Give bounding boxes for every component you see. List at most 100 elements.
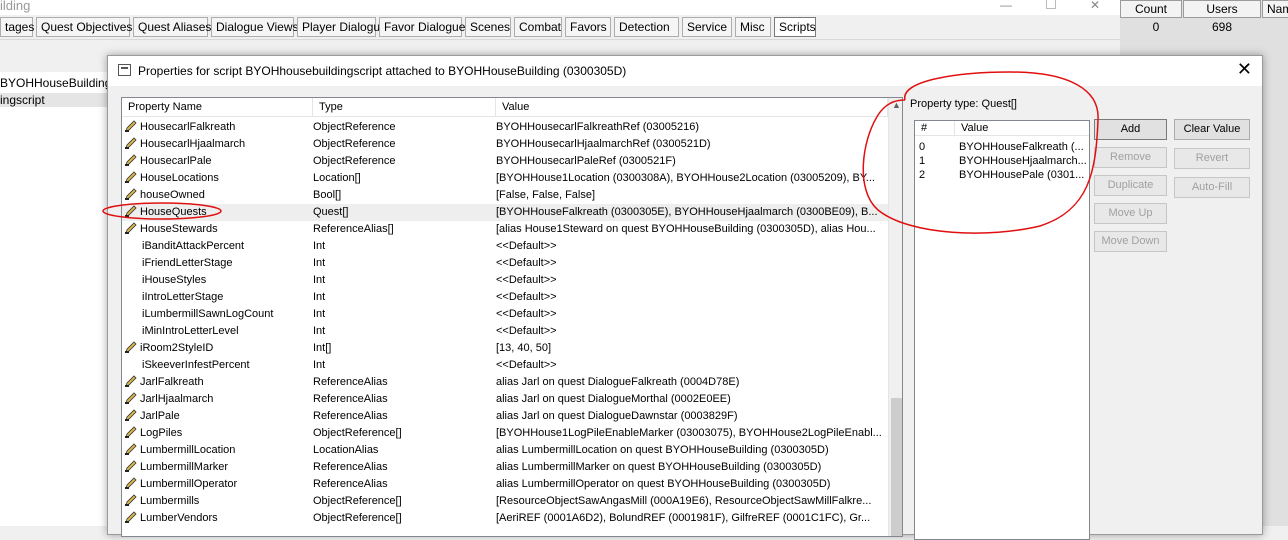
background-window-title: ilding xyxy=(0,0,1120,15)
property-value: BYOHHousecarlPaleRef (0300521F) xyxy=(496,155,676,167)
property-row[interactable]: HousecarlFalkreath ObjectReference BYOHHou… xyxy=(122,119,888,136)
pencil-icon xyxy=(124,476,138,490)
property-type: Int xyxy=(313,308,326,320)
grid-header-count[interactable]: Count xyxy=(1120,0,1182,18)
blank-icon xyxy=(124,255,140,269)
property-row[interactable]: LumbermillLocation LocationAlias alias Lum… xyxy=(122,442,888,459)
property-value: <<Default>> xyxy=(496,325,557,337)
remove-button[interactable]: Remove xyxy=(1094,147,1167,168)
maximize-icon[interactable] xyxy=(1046,0,1056,9)
add-button[interactable]: Add xyxy=(1094,119,1167,140)
property-row[interactable]: iFriendLetterStage Int <<Default>> xyxy=(122,255,888,272)
property-row[interactable]: HousecarlHjaalmarch ObjectReference BYOHHo… xyxy=(122,136,888,153)
property-row[interactable]: iRoom2StyleID Int[] [13, 40, 50] xyxy=(122,340,888,357)
grid-header-users[interactable]: Users xyxy=(1183,0,1261,18)
property-row[interactable]: iLumbermillSawnLogCount Int <<Default>> xyxy=(122,306,888,323)
close-icon[interactable]: ✕ xyxy=(1237,60,1252,78)
scroll-up-icon[interactable]: ▲ xyxy=(892,100,901,110)
tab-dialogue-views[interactable]: Dialogue Views xyxy=(211,17,299,37)
tab-favor-dialogue[interactable]: Favor Dialogue xyxy=(379,17,465,37)
property-row[interactable]: JarlPale ReferenceAlias alias Jarl on ques… xyxy=(122,408,888,425)
property-name: LumbermillLocation xyxy=(140,444,236,456)
tab-tages[interactable]: tages xyxy=(0,17,34,37)
clear-value-button[interactable]: Clear Value xyxy=(1174,119,1250,140)
move-up-button[interactable]: Move Up xyxy=(1094,203,1167,224)
property-row[interactable]: LumberVendors ObjectReference[] [AeriREF (… xyxy=(122,510,888,527)
property-row[interactable]: LogPiles ObjectReference[] [BYOHHouse1LogP… xyxy=(122,425,888,442)
property-row[interactable]: HouseLocations Location[] [BYOHHouse1Locat… xyxy=(122,170,888,187)
pencil-icon xyxy=(124,221,138,235)
minimize-icon[interactable]: — xyxy=(1000,0,1012,12)
revert-button[interactable]: Revert xyxy=(1174,148,1250,169)
property-type: Location[] xyxy=(313,172,361,184)
tab-combat[interactable]: Combat xyxy=(514,17,562,37)
property-name-cell: iIntroLetterStage xyxy=(124,289,309,306)
property-row[interactable]: Lumbermills ObjectReference[] [ResourceObj… xyxy=(122,493,888,510)
property-row[interactable]: iSkeeverInfestPercent Int <<Default>> xyxy=(122,357,888,374)
item-index: 1 xyxy=(919,155,926,167)
property-row[interactable]: JarlHjaalmarch ReferenceAlias alias Jarl o… xyxy=(122,391,888,408)
list-item[interactable]: 0 BYOHHouseFalkreath (... xyxy=(915,140,1089,154)
property-value: <<Default>> xyxy=(496,257,557,269)
property-row[interactable]: HouseQuests Quest[] [BYOHHouseFalkreath (0… xyxy=(122,204,888,221)
tab-scenes[interactable]: Scenes xyxy=(465,17,511,37)
property-row[interactable]: iMinIntroLetterLevel Int <<Default>> xyxy=(122,323,888,340)
item-index: 2 xyxy=(919,169,926,181)
grid-cell-users[interactable]: 698 xyxy=(1183,19,1261,36)
property-type-label: Property type: Quest[] xyxy=(910,98,1017,110)
property-name-cell: iRoom2StyleID xyxy=(124,340,309,357)
property-row[interactable]: LumbermillOperator ReferenceAlias alias Lu… xyxy=(122,476,888,493)
property-row[interactable]: iBanditAttackPercent Int <<Default>> xyxy=(122,238,888,255)
tab-detection[interactable]: Detection xyxy=(614,17,679,37)
property-list-scrollbar[interactable]: ▲ xyxy=(888,98,902,536)
property-value: alias Jarl on quest DialogueMorthal (000… xyxy=(496,393,731,405)
column-header-value[interactable]: Value xyxy=(955,121,1089,136)
auto-fill-button[interactable]: Auto-Fill xyxy=(1174,177,1250,198)
pencil-icon xyxy=(124,119,138,133)
background-window-controls: — ✕ xyxy=(990,0,1120,15)
property-row[interactable]: houseOwned Bool[] [False, False, False] xyxy=(122,187,888,204)
property-value: alias LumbermillOperator on quest BYOHHo… xyxy=(496,478,831,490)
pencil-icon xyxy=(124,408,138,422)
move-down-button[interactable]: Move Down xyxy=(1094,231,1167,252)
list-item[interactable]: 2 BYOHHousePale (0301... xyxy=(915,168,1089,182)
property-name: LogPiles xyxy=(140,427,183,439)
tab-quest-objectives[interactable]: Quest Objectives xyxy=(36,17,132,37)
tab-favors[interactable]: Favors xyxy=(565,17,611,37)
column-header-property-name[interactable]: Property Name xyxy=(122,98,313,117)
list-item[interactable]: ingscript xyxy=(0,93,108,107)
column-header-type[interactable]: Type xyxy=(313,98,496,117)
property-type: Int xyxy=(313,240,326,252)
property-row[interactable]: iHouseStyles Int <<Default>> xyxy=(122,272,888,289)
property-value: [False, False, False] xyxy=(496,189,596,201)
property-type: ReferenceAlias xyxy=(313,461,388,473)
property-row[interactable]: LumbermillMarker ReferenceAlias alias Lumb… xyxy=(122,459,888,476)
property-name-cell: JarlFalkreath xyxy=(124,374,309,391)
column-header-value[interactable]: Value xyxy=(496,98,888,117)
tab-scripts[interactable]: Scripts xyxy=(774,17,816,37)
property-row[interactable]: HousecarlPale ObjectReference BYOHHousecar… xyxy=(122,153,888,170)
property-row[interactable]: iIntroLetterStage Int <<Default>> xyxy=(122,289,888,306)
property-row[interactable]: HouseStewards ReferenceAlias[] [alias Hous… xyxy=(122,221,888,238)
tab-player-dialogue[interactable]: Player Dialogue xyxy=(297,17,387,37)
list-item[interactable]: BYOHHouseBuilding_010030 xyxy=(0,76,108,90)
column-header-index[interactable]: # xyxy=(915,121,955,136)
tab-service[interactable]: Service xyxy=(682,17,732,37)
property-value: <<Default>> xyxy=(496,274,557,286)
grid-header-name[interactable]: Nam xyxy=(1262,0,1288,18)
grid-cell-count[interactable]: 0 xyxy=(1120,19,1192,36)
tab-misc[interactable]: Misc xyxy=(735,17,771,37)
property-type: ObjectReference[] xyxy=(313,427,402,439)
window-app-icon xyxy=(118,64,131,76)
background-script-list: BYOHHouseBuilding_010030 ingscript xyxy=(0,72,108,526)
tab-quest-aliases[interactable]: Quest Aliases xyxy=(133,17,211,37)
property-name-cell: JarlHjaalmarch xyxy=(124,391,309,408)
list-item[interactable]: 1 BYOHHouseHjaalmarch... xyxy=(915,154,1089,168)
property-row[interactable]: JarlFalkreath ReferenceAlias alias Jarl on… xyxy=(122,374,888,391)
pencil-icon xyxy=(124,136,138,150)
property-name-cell: Lumbermills xyxy=(124,493,309,510)
property-name: JarlPale xyxy=(140,410,180,422)
duplicate-button[interactable]: Duplicate xyxy=(1094,175,1167,196)
close-icon[interactable]: ✕ xyxy=(1090,0,1100,12)
scrollbar-thumb[interactable] xyxy=(891,398,902,536)
